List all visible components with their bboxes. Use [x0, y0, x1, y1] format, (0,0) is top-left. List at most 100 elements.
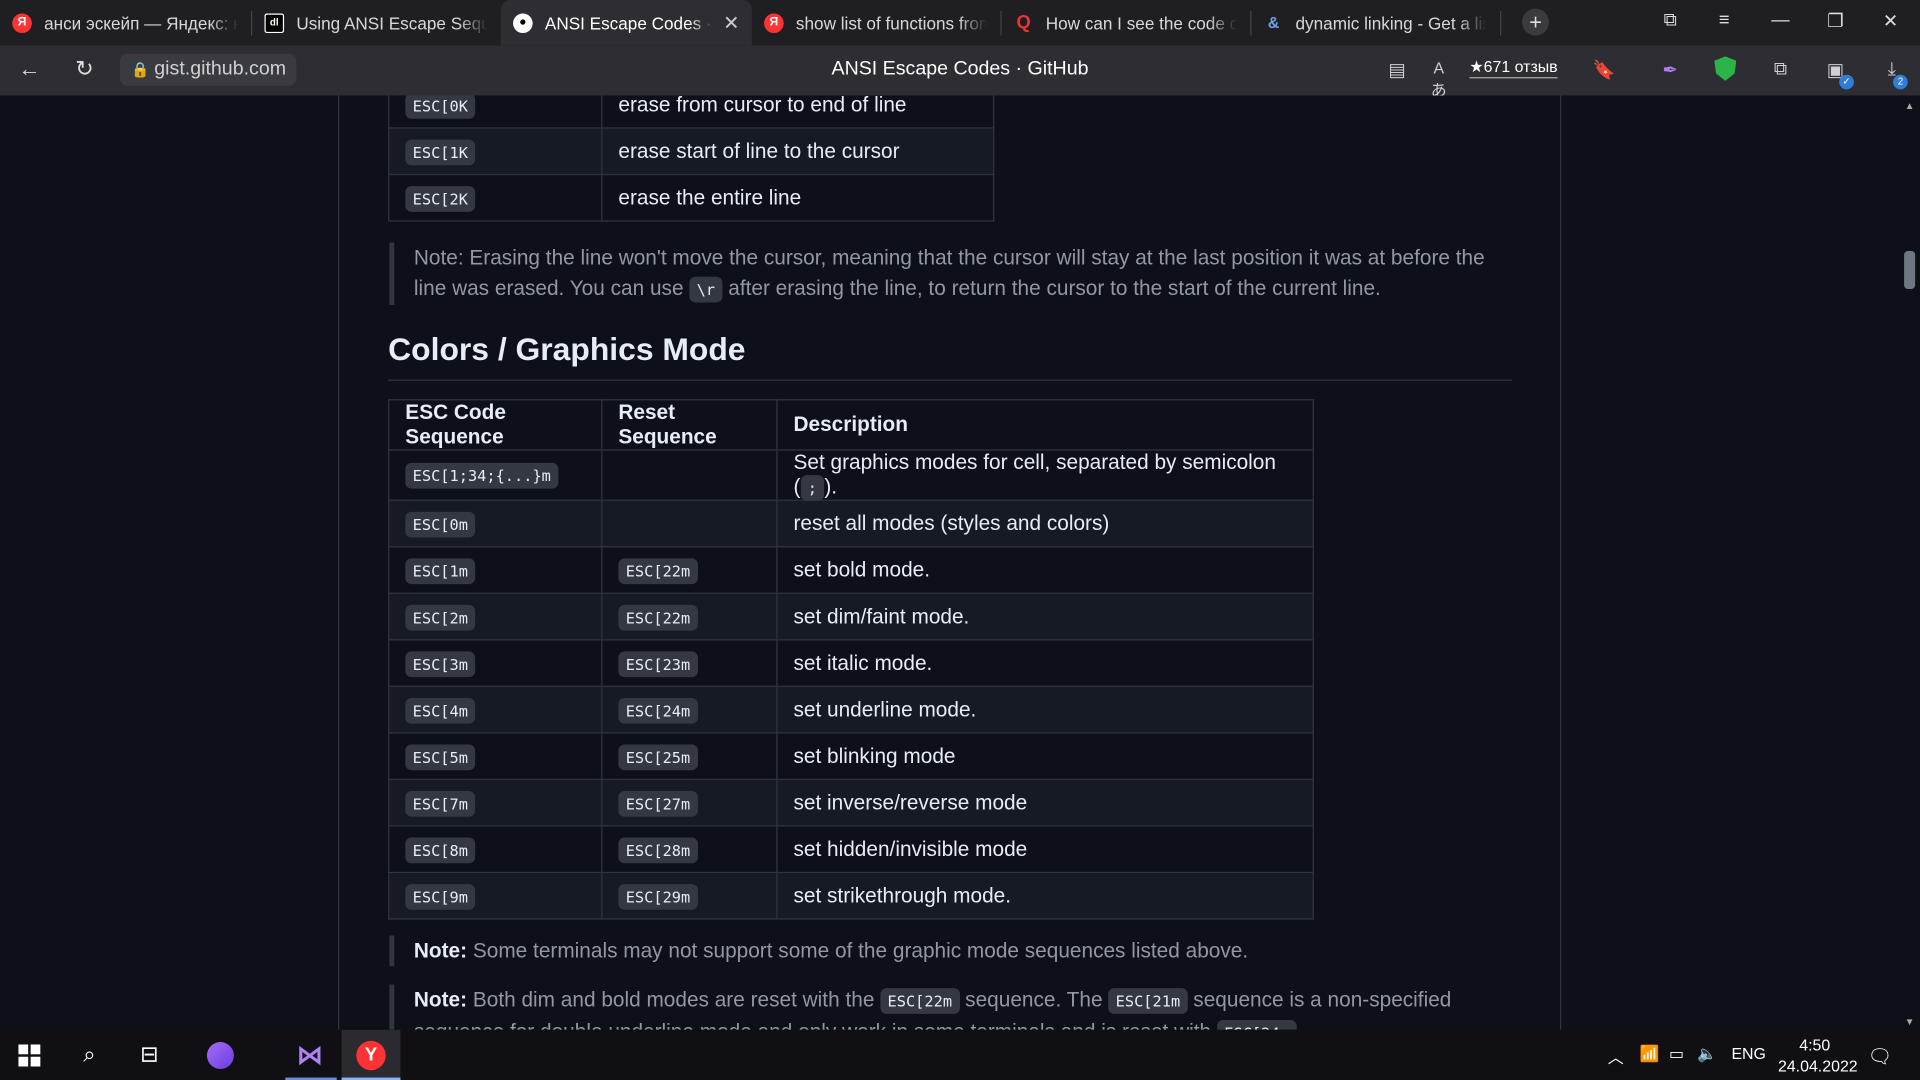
tab-title: анси эскейп — Яндекс: на	[44, 12, 239, 33]
description-cell: set strikethrough mode.	[776, 871, 1314, 920]
inline-code: ESC[27m	[618, 790, 698, 817]
inline-code: ESC[2m	[405, 604, 476, 631]
visual-studio-icon[interactable]: ⋈	[280, 1030, 339, 1080]
description-text: ).	[824, 475, 838, 499]
language-indicator[interactable]: ENG	[1731, 1044, 1765, 1062]
yandex-browser-icon[interactable]: Y	[341, 1029, 401, 1080]
inline-code: ;	[800, 475, 825, 501]
table-row: ESC[3m ESC[23m set italic mode.	[388, 639, 1314, 687]
tab-title: ANSI Escape Codes · Git	[544, 12, 713, 33]
reload-icon[interactable]: ↻	[70, 56, 99, 82]
tray-chevron-icon[interactable]: ︿	[1608, 1044, 1624, 1067]
downloads-count-badge: 2	[1893, 74, 1908, 90]
reset-cell: ESC[22m	[601, 546, 778, 594]
tab-title: show list of functions from	[795, 12, 987, 33]
close-window-icon[interactable]: ✕	[1876, 10, 1905, 32]
bookmark-icon[interactable]: 🔖	[1592, 59, 1616, 81]
table-row: ESC[8m ESC[28m set hidden/invisible mode	[388, 825, 1314, 874]
protect-shield-icon[interactable]	[1714, 56, 1737, 81]
inline-code: ESC[21m	[1108, 988, 1188, 1014]
description-text: Set graphics modes for cell, separated b…	[793, 450, 1276, 499]
url-field[interactable]: 🔒 gist.github.com	[120, 53, 296, 86]
clock-time: 4:50	[1799, 1035, 1831, 1055]
tab-yandex-functions[interactable]: Я show list of functions from	[752, 0, 999, 45]
tab-title: How can I see the code of t	[1045, 12, 1237, 33]
scroll-down-icon[interactable]: ▼	[1899, 1016, 1920, 1027]
graphics-mode-table: ESC Code Sequence Reset Sequence Descrip…	[388, 399, 1314, 920]
tab-github-gist[interactable]: ● ANSI Escape Codes · Git ✕	[500, 0, 752, 46]
tabs-collection-icon[interactable]: ⧉	[1656, 10, 1685, 31]
code-cell: ESC[1;34;{...}m	[388, 449, 603, 501]
note-label: Note:	[413, 988, 468, 1012]
description-text: set dim/faint mode.	[793, 604, 970, 628]
description-cell: set italic mode.	[776, 639, 1314, 687]
description-text: set italic mode.	[793, 650, 933, 675]
close-icon[interactable]: ✕	[723, 10, 739, 34]
feather-icon[interactable]: ✒	[1658, 59, 1682, 81]
section-heading: Colors / Graphics Mode	[388, 331, 1513, 381]
code-cell: ESC[1K	[388, 127, 603, 176]
search-icon[interactable]: ⌕	[60, 1030, 119, 1080]
inline-code: ESC[2K	[405, 185, 476, 212]
code-cell: ESC[8m	[388, 825, 603, 874]
rating-link[interactable]: ★671 отзыв	[1469, 58, 1558, 79]
reset-cell	[601, 449, 778, 501]
translate-icon[interactable]: Aあ	[1427, 59, 1451, 101]
table-row: ESC[5m ESC[25m set blinking mode	[388, 732, 1314, 781]
description-text: set inverse/reverse mode	[793, 790, 1028, 814]
description-cell: set blinking mode	[776, 732, 1314, 781]
page-viewport: ESC[0K erase from cursor to end of line ES…	[0, 95, 1920, 1030]
scroll-up-icon[interactable]: ▲	[1899, 100, 1920, 111]
address-bar: ← ↻ 🔒 gist.github.com ANSI Escape Codes …	[0, 45, 1920, 99]
tab-title: Using ANSI Escape Sequen	[296, 12, 487, 33]
erase-note: Note: Erasing the line won't move the cu…	[389, 242, 1503, 305]
battery-icon[interactable]: ▭	[1669, 1044, 1684, 1064]
tab-superuser[interactable]: & dynamic linking - Get a list	[1251, 0, 1498, 45]
network-icon[interactable]: 📶	[1640, 1044, 1660, 1064]
description-text: set blinking mode	[793, 743, 956, 768]
vertical-scrollbar[interactable]: ▲ ▼	[1899, 95, 1920, 1030]
inline-code: ESC[1;34;{...}m	[405, 462, 559, 489]
tab-strip: Я анси эскейп — Яндекс: на dl Using ANSI…	[0, 0, 1920, 46]
tab-devto[interactable]: dl Using ANSI Escape Sequen	[252, 0, 499, 45]
volume-icon[interactable]: 🔈	[1697, 1044, 1717, 1064]
collections-icon[interactable]: ⧉	[1768, 59, 1792, 80]
code-cell: ESC[7m	[388, 778, 603, 827]
clock[interactable]: 4:50 24.04.2022	[1778, 1035, 1858, 1077]
description-cell: set bold mode.	[776, 546, 1314, 594]
description-text: set hidden/invisible mode	[793, 836, 1028, 861]
inline-code: ESC[24m	[1216, 1020, 1297, 1030]
inline-code: ESC[22m	[618, 604, 698, 631]
code-cell: ESC[0m	[388, 499, 603, 548]
reset-cell: ESC[28m	[601, 825, 778, 874]
tab-quora[interactable]: Q How can I see the code of t	[1002, 0, 1249, 45]
menu-icon[interactable]: ≡	[1709, 10, 1738, 31]
description-cell: set hidden/invisible mode	[776, 825, 1314, 874]
reset-cell	[601, 499, 778, 548]
reset-cell: ESC[29m	[601, 871, 778, 920]
alice-icon[interactable]	[191, 1030, 250, 1080]
reset-cell: ESC[24m	[601, 685, 778, 734]
url-text: gist.github.com	[154, 58, 287, 80]
tab-yandex-search[interactable]: Я анси эскейп — Яндекс: на	[0, 0, 251, 45]
description-text: set underline mode.	[793, 697, 977, 721]
inline-code: \r	[689, 276, 723, 303]
minimize-icon[interactable]: —	[1766, 10, 1795, 31]
inline-code: ESC[0m	[405, 511, 476, 537]
note-text: after erasing the line, to return the cu…	[722, 276, 1381, 301]
back-icon[interactable]: ←	[15, 56, 44, 82]
reader-mode-icon[interactable]: ▤	[1385, 59, 1409, 81]
code-cell: ESC[4m	[388, 685, 603, 734]
restore-icon[interactable]: ❐	[1821, 10, 1850, 32]
windows-taskbar: ⌕ ⊟ ⋈ Y ︿ 📶 ▭ 🔈 ENG 4:50 24.04.2022 🗨	[0, 1029, 1920, 1080]
notifications-icon[interactable]: 🗨	[1867, 1044, 1892, 1068]
code-cell: ESC[3m	[388, 639, 603, 687]
new-tab-button[interactable]: +	[1522, 8, 1549, 36]
task-view-icon[interactable]: ⊟	[120, 1030, 179, 1080]
inline-code: ESC[23m	[618, 650, 698, 677]
inline-code: ESC[1m	[405, 557, 476, 584]
lock-icon: 🔒	[131, 61, 150, 79]
code-cell: ESC[5m	[388, 732, 603, 781]
windows-start-icon[interactable]	[0, 1030, 59, 1080]
scrollbar-thumb[interactable]	[1904, 251, 1916, 289]
